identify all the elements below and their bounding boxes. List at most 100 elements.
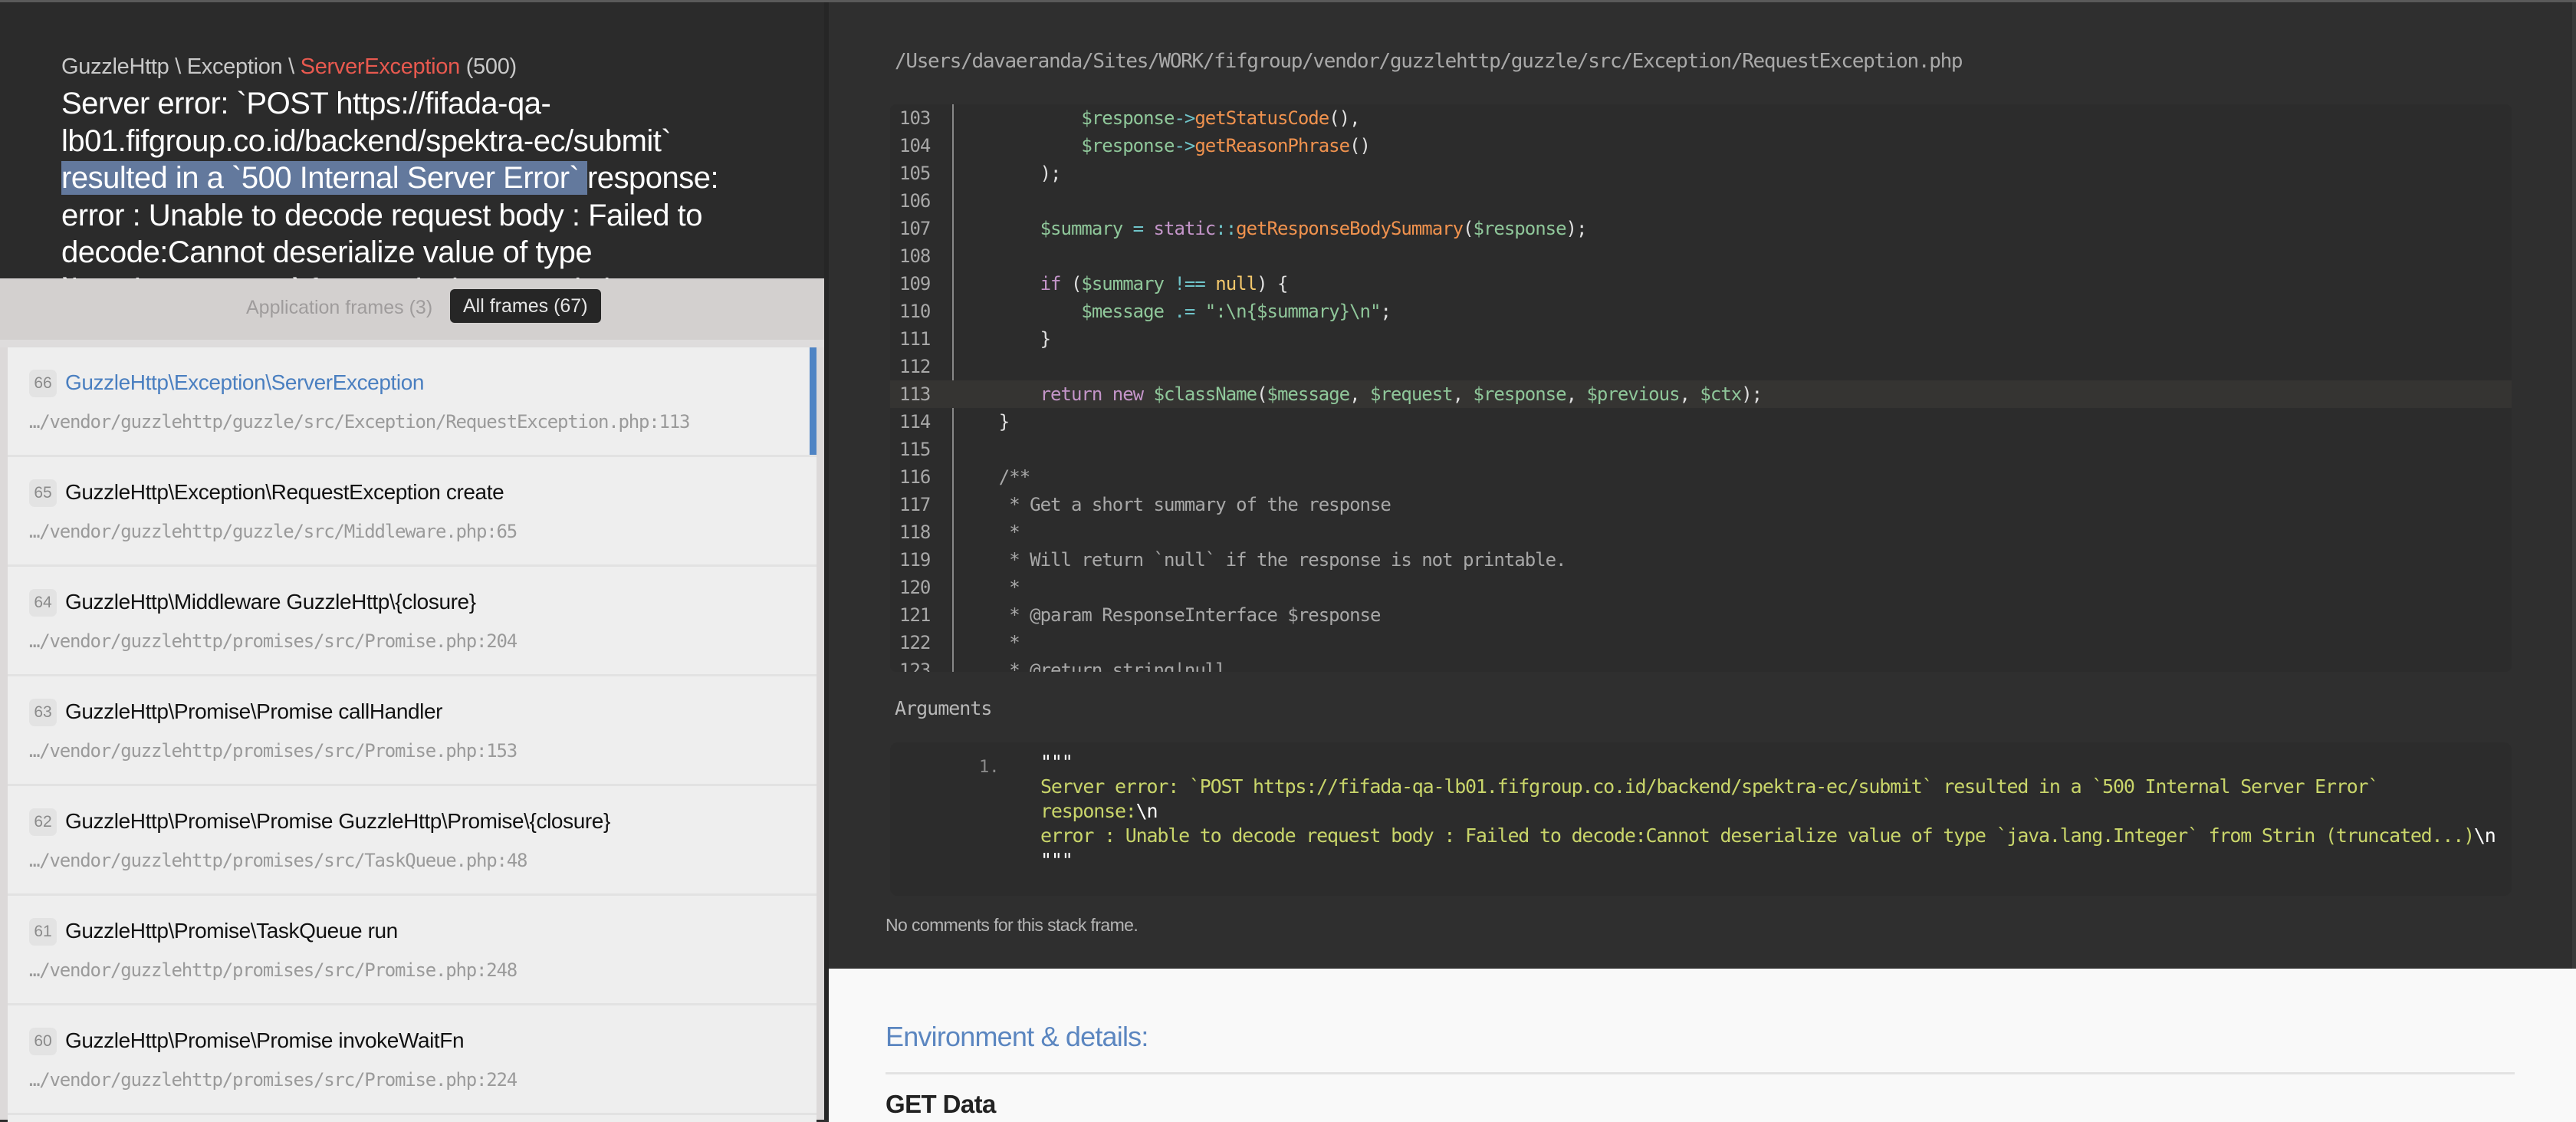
frame-file: …/vendor/guzzlehttp/promises/src/Promise… — [29, 959, 518, 981]
arguments-box: 1. """ Server error: `POST https://fifad… — [890, 742, 2512, 896]
code-token: -> — [1174, 107, 1195, 129]
code-token: , — [1566, 383, 1587, 405]
code-token: * Will return `null` if the response is … — [958, 549, 1566, 571]
line-number: 103 — [899, 107, 931, 129]
code-token: new — [1112, 383, 1144, 405]
code-line: 115 — [890, 436, 2512, 463]
code-token: ); — [958, 163, 1062, 184]
code-line: 106 — [890, 187, 2512, 215]
code-token: ":\n{$summary}\n" — [1204, 301, 1382, 322]
code-token: $className — [1153, 383, 1257, 405]
newline-marker: \n — [2473, 824, 2496, 847]
argument-value: """ Server error: `POST https://fifada-q… — [1040, 750, 2496, 873]
code-text: $summary = static::getResponseBodySummar… — [958, 215, 1588, 242]
environment-details: Environment & details: GET Data — [829, 969, 2576, 1122]
line-number: 116 — [899, 466, 931, 488]
code-token: /** — [958, 466, 1030, 488]
exception-class: GuzzleHttp \ Exception \ ServerException… — [61, 54, 517, 80]
code-line: 105 ); — [890, 160, 2512, 187]
stack-frame[interactable]: 66 GuzzleHttp\Exception\ServerException …/… — [8, 347, 816, 457]
line-number: 104 — [899, 135, 931, 156]
open-quote: """ — [1040, 751, 1073, 773]
code-text: if ($summary !== null) { — [958, 270, 1289, 298]
stack-frame[interactable]: 62 GuzzleHttp\Promise\Promise GuzzleHttp\… — [8, 786, 816, 896]
frame-file: …/vendor/guzzlehttp/promises/src/Promise… — [29, 740, 518, 762]
code-token: $message — [1081, 301, 1165, 322]
stack-frame[interactable]: 60 GuzzleHttp\Promise\Promise invokeWaitF… — [8, 1005, 816, 1115]
code-token: static — [1153, 218, 1217, 239]
exception-message[interactable]: Server error: `POST https://fifada-qa-lb… — [61, 85, 767, 278]
frame-index: 63 — [29, 699, 57, 726]
frame-file-path[interactable]: /Users/davaeranda/Sites/WORK/fifgroup/ve… — [895, 50, 1963, 73]
code-token: = — [1132, 218, 1144, 239]
code-token: ( — [1463, 218, 1474, 239]
code-token: !== — [1174, 273, 1205, 294]
scrollbar-track[interactable] — [2572, 2, 2576, 970]
code-line: 118 * — [890, 518, 2512, 546]
line-number: 106 — [899, 190, 931, 212]
code-token: * — [958, 632, 1020, 653]
line-number: 118 — [899, 522, 931, 543]
line-number: 109 — [899, 273, 931, 294]
stack-frame[interactable]: 65 GuzzleHttp\Exception\RequestException … — [8, 457, 816, 567]
code-token: * — [958, 577, 1020, 598]
line-number: 117 — [899, 494, 931, 515]
frame-index: 61 — [29, 918, 57, 946]
code-token: $request — [1370, 383, 1454, 405]
code-token: (), — [1329, 107, 1360, 129]
code-text: * — [958, 629, 1020, 656]
code-token: :: — [1215, 218, 1237, 239]
line-number: 114 — [899, 411, 931, 433]
code-token: * @param ResponseInterface $response — [958, 604, 1381, 626]
stack-frame[interactable]: 63 GuzzleHttp\Promise\Promise callHandler… — [8, 676, 816, 786]
frame-index: 66 — [29, 370, 57, 397]
code-line: 107 $summary = static::getResponseBodySu… — [890, 215, 2512, 242]
code-line-highlighted: 113 return new $className($message, $req… — [890, 380, 2512, 408]
code-token: getResponseBodySummary — [1236, 218, 1464, 239]
code-text: * @return string|null — [958, 656, 1226, 672]
code-line: 109 if ($summary !== null) { — [890, 270, 2512, 298]
code-text: return new $className($message, $request… — [958, 380, 1763, 408]
code-token: } — [958, 328, 1051, 350]
frame-file: …/vendor/guzzlehttp/guzzle/src/Middlewar… — [29, 521, 518, 542]
line-number: 111 — [899, 328, 931, 350]
details-divider — [886, 1072, 2515, 1074]
code-line: 114 } — [890, 408, 2512, 436]
code-token: $response — [1473, 218, 1567, 239]
code-token: () — [1349, 135, 1371, 156]
frame-index: 62 — [29, 808, 57, 836]
exception-code: (500) — [459, 54, 518, 79]
close-quote: """ — [1040, 849, 1073, 871]
code-token: $message — [1267, 383, 1351, 405]
stack-frame[interactable]: 61 GuzzleHttp\Promise\TaskQueue run …/vend… — [8, 896, 816, 1005]
code-text: /** — [958, 463, 1030, 491]
all-frames-tab[interactable]: All frames (67) — [450, 289, 601, 323]
application-frames-tab[interactable]: Application frames (3) — [246, 297, 432, 319]
exception-namespace: GuzzleHttp \ Exception \ — [61, 54, 301, 79]
frame-class: GuzzleHttp\Promise\Promise invokeWaitFn — [65, 1028, 465, 1052]
frame-class: GuzzleHttp\Exception\RequestException cr… — [65, 480, 504, 504]
code-token: ) { — [1257, 273, 1288, 294]
argument-number: 1. — [979, 758, 1000, 777]
code-token: $response — [1473, 383, 1567, 405]
code-token: $ctx — [1700, 383, 1742, 405]
frame-index: 65 — [29, 479, 57, 507]
line-number: 108 — [899, 245, 931, 267]
stack-frame[interactable]: 64 GuzzleHttp\Middleware GuzzleHttp\{clos… — [8, 567, 816, 676]
frame-class: GuzzleHttp\Middleware GuzzleHttp\{closur… — [65, 590, 476, 614]
code-token: if — [1040, 273, 1062, 294]
code-text: $response->getStatusCode(), — [958, 104, 1360, 132]
code-token: $summary — [1040, 218, 1124, 239]
code-token: , — [1679, 383, 1700, 405]
frames-filter: Application frames (3) All frames (67) — [0, 278, 824, 347]
frame-file: …/vendor/guzzlehttp/promises/src/TaskQue… — [29, 850, 527, 871]
code-text: $response->getReasonPhrase() — [958, 132, 1371, 160]
code-token: -> — [1174, 135, 1195, 156]
code-line: 111 } — [890, 325, 2512, 353]
